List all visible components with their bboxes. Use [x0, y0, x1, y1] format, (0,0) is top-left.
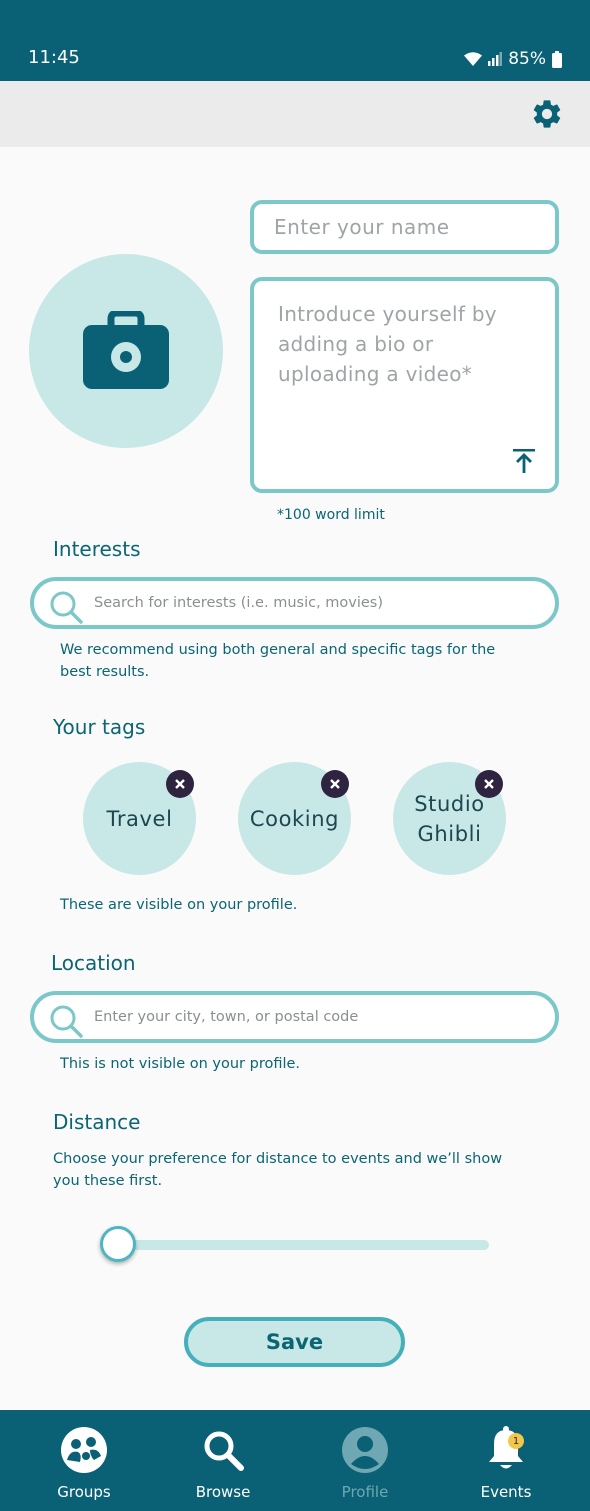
tags-helper: These are visible on your profile. — [60, 897, 298, 913]
wifi-icon — [464, 52, 483, 66]
top-app-bar — [0, 81, 590, 147]
upload-icon[interactable] — [511, 447, 537, 475]
close-icon — [484, 779, 494, 789]
signal-icon — [488, 52, 503, 66]
distance-title: Distance — [53, 1110, 141, 1134]
nav-groups[interactable]: Groups — [24, 1410, 144, 1511]
nav-label: Groups — [57, 1483, 111, 1501]
search-icon — [204, 1431, 244, 1471]
name-input[interactable] — [250, 200, 559, 254]
status-indicators: 85% — [464, 49, 562, 69]
status-time: 11:45 — [28, 47, 80, 68]
status-bar: 11:45 85% — [0, 0, 590, 81]
close-icon — [330, 779, 340, 789]
remove-tag-button[interactable] — [475, 770, 503, 798]
groups-icon — [61, 1427, 107, 1473]
word-limit-note: *100 word limit — [277, 507, 385, 523]
bio-placeholder: Introduce yourself by adding a bio or up… — [278, 302, 497, 386]
nav-events[interactable]: 1 Events — [446, 1410, 566, 1511]
nav-browse[interactable]: Browse — [163, 1410, 283, 1511]
save-button[interactable]: Save — [184, 1317, 405, 1367]
interests-title: Interests — [53, 537, 141, 561]
tag-label: Cooking — [249, 806, 340, 831]
interests-search-placeholder: Search for interests (i.e. music, movies… — [94, 595, 384, 611]
tag-label: Travel — [106, 806, 173, 831]
interests-search-input[interactable]: Search for interests (i.e. music, movies… — [30, 577, 559, 629]
notification-badge: 1 — [508, 1433, 524, 1449]
profile-icon — [342, 1427, 388, 1473]
bottom-navigation: Groups Browse Profile 1 Events — [0, 1410, 590, 1511]
battery-percent: 85% — [508, 49, 546, 69]
remove-tag-button[interactable] — [166, 770, 194, 798]
camera-icon — [83, 311, 169, 389]
location-search-input[interactable]: Enter your city, town, or postal code — [30, 991, 559, 1043]
profile-photo-upload[interactable] — [29, 254, 223, 448]
distance-slider-track[interactable] — [118, 1240, 489, 1250]
location-title: Location — [51, 951, 136, 975]
distance-helper: Choose your preference for distance to e… — [53, 1151, 503, 1189]
nav-profile[interactable]: Profile — [305, 1410, 425, 1511]
tags-title: Your tags — [53, 715, 146, 739]
interests-helper: We recommend using both general and spec… — [60, 642, 496, 680]
search-icon — [50, 591, 83, 624]
location-helper: This is not visible on your profile. — [60, 1056, 301, 1072]
nav-label: Events — [480, 1483, 532, 1501]
battery-icon — [552, 50, 562, 68]
close-icon — [175, 779, 185, 789]
tag-label: Studio Ghibli — [414, 791, 485, 846]
gear-icon[interactable] — [530, 97, 564, 131]
location-search-placeholder: Enter your city, town, or postal code — [94, 1009, 359, 1025]
bio-field[interactable]: Introduce yourself by adding a bio or up… — [250, 277, 559, 493]
bell-icon — [489, 1426, 523, 1469]
search-icon — [50, 1005, 83, 1038]
nav-label: Browse — [195, 1483, 251, 1501]
remove-tag-button[interactable] — [321, 770, 349, 798]
distance-slider-thumb[interactable] — [100, 1226, 136, 1262]
nav-label: Profile — [341, 1483, 389, 1501]
